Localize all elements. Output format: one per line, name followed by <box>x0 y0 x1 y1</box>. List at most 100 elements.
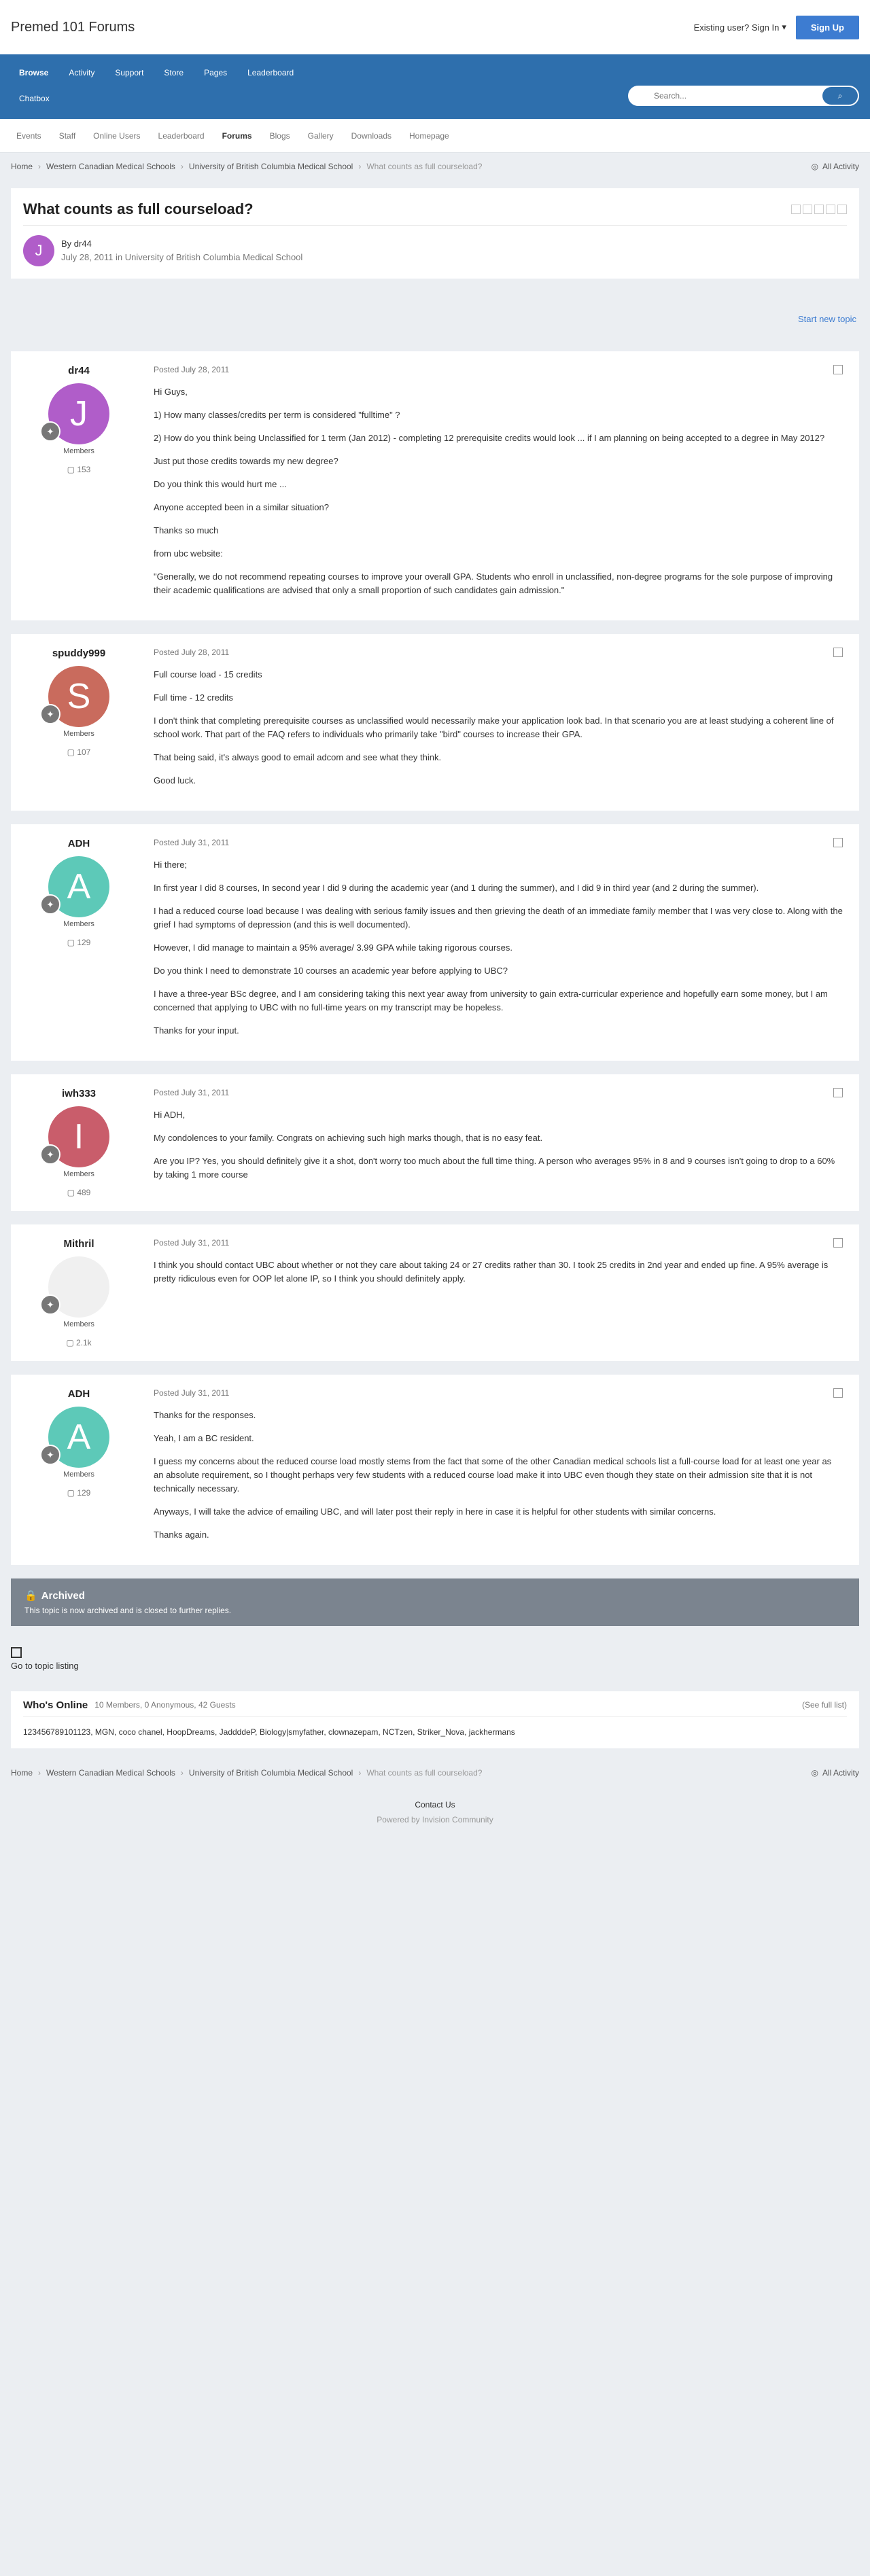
search-input[interactable] <box>633 91 822 101</box>
chevron-right-icon: › <box>38 1767 41 1778</box>
breadcrumb-western[interactable]: Western Canadian Medical Schools <box>46 1768 175 1778</box>
nav-browse[interactable]: Browse <box>11 64 56 82</box>
subnav-downloads[interactable]: Downloads <box>346 128 397 143</box>
rank-badge-icon: ✦ <box>40 1294 60 1315</box>
powered-by-link[interactable]: Powered by Invision Community <box>377 1815 493 1824</box>
post-paragraph: My condolences to your family. Congrats … <box>154 1133 543 1143</box>
online-count: 10 Members, 0 Anonymous, 42 Guests <box>94 1700 236 1710</box>
topic-author-link[interactable]: dr44 <box>74 239 92 249</box>
nav-browse-label: Browse <box>19 68 49 77</box>
star-icon[interactable] <box>826 205 835 214</box>
chevron-down-icon: ▾ <box>782 22 786 32</box>
post-count: ▢ 153 <box>67 465 91 474</box>
breadcrumb-home[interactable]: Home <box>11 162 33 171</box>
nav-pages[interactable]: Pages <box>196 64 235 82</box>
subnav-leaderboard[interactable]: Leaderboard <box>153 128 210 143</box>
avatar[interactable]: I ✦ <box>40 1106 109 1167</box>
post-author-panel: spuddy999 S ✦ Members ▢ 107 <box>11 648 147 797</box>
post-meta: Posted July 28, 2011 <box>154 648 843 657</box>
online-user-link[interactable]: Striker_Nova <box>417 1727 464 1737</box>
online-user-link[interactable]: HoopDreams <box>167 1727 215 1737</box>
post-paragraph: Thanks so much <box>154 525 219 535</box>
post-paragraph: I don't think that completing prerequisi… <box>154 716 834 739</box>
share-icon[interactable] <box>833 838 843 847</box>
avatar[interactable]: J <box>23 235 54 266</box>
search-button[interactable]: ⌕ <box>822 87 858 105</box>
all-activity-link[interactable]: ◎ All Activity <box>812 162 860 171</box>
nav-chatbox[interactable]: Chatbox <box>11 90 58 107</box>
all-activity-link[interactable]: ◎ All Activity <box>812 1768 860 1778</box>
subnav-online-users[interactable]: Online Users <box>88 128 145 143</box>
avatar[interactable]: A ✦ <box>40 856 109 917</box>
rss-icon: ◎ <box>811 1767 818 1778</box>
online-user-link[interactable]: NCTzen <box>383 1727 413 1737</box>
online-user-link[interactable]: jackhermans <box>469 1727 515 1737</box>
breadcrumb-ubc[interactable]: University of British Columbia Medical S… <box>189 1768 353 1778</box>
nav-support[interactable]: Support <box>107 64 152 82</box>
post-date-link[interactable]: Posted July 31, 2011 <box>154 1088 229 1097</box>
site-logo[interactable]: Premed 101 Forums <box>11 20 135 35</box>
subnav-events[interactable]: Events <box>11 128 47 143</box>
breadcrumb-ubc[interactable]: University of British Columbia Medical S… <box>189 162 353 171</box>
subnav-blogs[interactable]: Blogs <box>264 128 296 143</box>
online-user-link[interactable]: Biology|smyfather <box>260 1727 324 1737</box>
online-user-link[interactable]: 123456789101123 <box>23 1727 90 1737</box>
star-icon[interactable] <box>791 205 801 214</box>
post-date-link[interactable]: Posted July 28, 2011 <box>154 365 229 374</box>
subnav-gallery[interactable]: Gallery <box>302 128 339 143</box>
rank-badge-icon: ✦ <box>40 1144 60 1165</box>
share-icon[interactable] <box>833 1088 843 1097</box>
post-author-link[interactable]: dr44 <box>68 365 90 376</box>
logo-text: Premed 101 Forums <box>11 19 135 35</box>
breadcrumb-home[interactable]: Home <box>11 1768 33 1778</box>
star-icon[interactable] <box>814 205 824 214</box>
share-icon[interactable] <box>833 365 843 374</box>
topic-forum-link[interactable]: University of British Columbia Medical S… <box>125 252 303 262</box>
search-icon: ⌕ <box>837 90 843 101</box>
post-paragraph: I guess my concerns about the reduced co… <box>154 1456 832 1494</box>
avatar[interactable]: A ✦ <box>40 1407 109 1468</box>
post-paragraph: Full course load - 15 credits <box>154 669 262 680</box>
rss-icon: ◎ <box>811 162 818 171</box>
online-user-link[interactable]: coco chanel <box>119 1727 162 1737</box>
post-date-link[interactable]: Posted July 31, 2011 <box>154 1388 229 1398</box>
share-icon[interactable] <box>833 1388 843 1398</box>
nav-activity[interactable]: Activity <box>60 64 103 82</box>
post-author-link[interactable]: ADH <box>68 838 90 849</box>
post-date-link[interactable]: Posted July 31, 2011 <box>154 1238 229 1248</box>
nav-leaderboard[interactable]: Leaderboard <box>239 64 302 82</box>
star-icon[interactable] <box>803 205 812 214</box>
go-to-listing[interactable]: Go to topic listing <box>0 1640 870 1691</box>
post-date-link[interactable]: Posted July 31, 2011 <box>154 838 229 847</box>
see-full-list-link[interactable]: (See full list) <box>802 1700 847 1710</box>
member-group: Members <box>63 1470 94 1479</box>
by-label: By <box>61 239 72 249</box>
online-user-link[interactable]: MGN <box>95 1727 114 1737</box>
subnav-homepage[interactable]: Homepage <box>404 128 455 143</box>
share-icon[interactable] <box>833 648 843 657</box>
star-icon[interactable] <box>837 205 847 214</box>
avatar[interactable]: ✦ <box>40 1256 109 1318</box>
avatar[interactable]: S ✦ <box>40 666 109 727</box>
post-paragraph: Anyone accepted been in a similar situat… <box>154 502 329 512</box>
share-icon[interactable] <box>833 1238 843 1248</box>
online-user-link[interactable]: clownazepam <box>328 1727 378 1737</box>
sign-in-link[interactable]: Existing user? Sign In ▾ <box>694 22 786 33</box>
post-author-link[interactable]: ADH <box>68 1388 90 1400</box>
contact-us-link[interactable]: Contact Us <box>0 1800 870 1810</box>
post-author-link[interactable]: spuddy999 <box>52 648 105 659</box>
start-new-topic-button[interactable]: Start new topic <box>798 314 856 324</box>
subnav-staff[interactable]: Staff <box>54 128 81 143</box>
nav-support-label: Support <box>115 68 144 77</box>
post-date-link[interactable]: Posted July 28, 2011 <box>154 648 229 657</box>
rating-stars[interactable] <box>791 205 847 214</box>
subnav-forums[interactable]: Forums <box>217 128 258 143</box>
breadcrumb-western[interactable]: Western Canadian Medical Schools <box>46 162 175 171</box>
avatar[interactable]: J ✦ <box>40 383 109 444</box>
post-author-link[interactable]: iwh333 <box>62 1088 96 1099</box>
sign-up-button[interactable]: Sign Up <box>795 15 859 39</box>
nav-store[interactable]: Store <box>156 64 192 82</box>
post-meta: Posted July 31, 2011 <box>154 1238 843 1248</box>
online-user-link[interactable]: JaddddeP <box>220 1727 256 1737</box>
post-author-link[interactable]: Mithril <box>64 1238 94 1250</box>
